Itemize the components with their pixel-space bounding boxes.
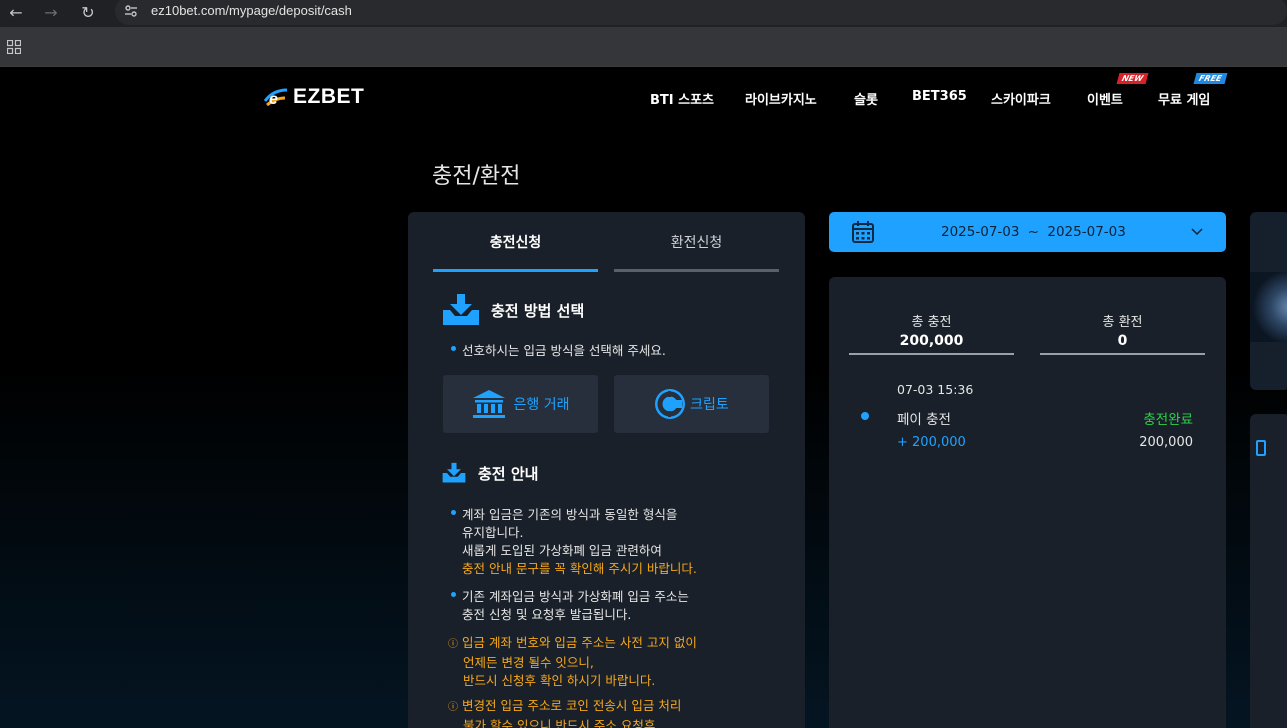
- forward-arrow-icon[interactable]: →: [40, 2, 62, 24]
- method-section-head: 충전 방법 선택: [442, 294, 584, 326]
- guide-item-2: 기존 계좌입금 방식과 가상화폐 입금 주소는 충전 신청 및 요청후 발급됩니…: [451, 588, 689, 624]
- total-withdraw-label: 총 환전: [1102, 315, 1143, 330]
- total-withdraw: 총 환전 0: [1040, 311, 1205, 355]
- total-withdraw-value: 0: [1117, 333, 1128, 349]
- start-date: 2025-07-03: [941, 224, 1020, 240]
- download-tray-icon: [442, 462, 466, 483]
- guide-warning-1: ⓘ 입금 계좌 번호와 입금 주소는 사전 고지 없이 언제든 변경 될수 잇으니…: [448, 635, 697, 688]
- page-body: e EZBET BTI 스포츠 라이브카지노 슬롯 BET365 스카이파크 이…: [0, 68, 1287, 728]
- nav-bet365[interactable]: BET365: [912, 89, 967, 104]
- logo-text: EZBET: [293, 85, 365, 108]
- free-badge: FREE: [1193, 73, 1228, 84]
- tab-withdraw-underline: [614, 269, 779, 272]
- crypto-coin-icon: [655, 389, 686, 419]
- transaction-time: 07-03 15:36: [897, 382, 974, 397]
- guide-warning-2: ⓘ 변경전 입금 주소로 코인 전송시 입금 처리 불가 할수 있으니 반드시 주…: [448, 698, 682, 728]
- crypto-label: 크립토: [690, 397, 729, 413]
- date-range-picker[interactable]: 2025-07-03 ~ 2025-07-03: [829, 212, 1226, 252]
- side-panel: [1250, 414, 1287, 728]
- side-icon: [1256, 440, 1266, 456]
- guide-item-1: 계좌 입금은 기존의 방식과 동일한 형식을 유지합니다. 새롭게 도입된 가상…: [451, 506, 697, 578]
- total-deposit: 총 충전 200,000: [849, 311, 1014, 355]
- deposit-panel: 충전신청 환전신청 충전 방법 선택 선호하시는 입금 방식을 선택해 주세요.…: [408, 212, 805, 728]
- nav-bti-sports[interactable]: BTI 스포츠: [650, 89, 714, 108]
- browser-toolbar: ← → ↻ ez10bet.com/mypage/deposit/cash: [0, 0, 1287, 27]
- logo-mark-icon: e: [263, 88, 288, 108]
- logo[interactable]: e EZBET: [263, 84, 364, 110]
- total-deposit-value: 200,000: [899, 333, 964, 349]
- side-banner[interactable]: [1250, 212, 1287, 390]
- tab-deposit-underline: [433, 269, 598, 272]
- crypto-button[interactable]: 크립토: [614, 375, 769, 433]
- bank-transfer-button[interactable]: 은행 거래: [443, 375, 598, 433]
- page-title: 충전/환전: [432, 164, 521, 189]
- total-deposit-label: 총 충전: [911, 315, 952, 330]
- nav-live-casino[interactable]: 라이브카지노: [745, 89, 817, 108]
- bank-icon: [472, 390, 505, 418]
- download-tray-icon: [443, 294, 479, 325]
- svg-text:e: e: [269, 91, 278, 108]
- apps-grid-icon[interactable]: [7, 40, 21, 54]
- chevron-down-icon: [1191, 228, 1203, 236]
- transaction-dot: [861, 412, 869, 420]
- transaction-balance: 200,000: [1139, 435, 1193, 450]
- transaction-amount: + 200,000: [897, 435, 966, 450]
- history-panel: 총 충전 200,000 총 환전 0 07-03 15:36 페이 충전 충전…: [829, 277, 1226, 728]
- guide-section-head: 충전 안내: [442, 462, 538, 484]
- warning-icon: ⓘ: [448, 639, 458, 650]
- method-hint: 선호하시는 입금 방식을 선택해 주세요.: [451, 342, 666, 360]
- bank-transfer-label: 은행 거래: [513, 397, 570, 413]
- reload-icon[interactable]: ↻: [77, 2, 99, 24]
- bookmarks-bar: [0, 27, 1287, 67]
- nav-slot[interactable]: 슬롯: [854, 89, 878, 108]
- nav-free-game[interactable]: 무료 게임: [1158, 89, 1210, 108]
- calendar-icon: [852, 221, 874, 243]
- nav-event[interactable]: 이벤트: [1087, 89, 1123, 108]
- tab-withdraw[interactable]: 환전신청: [614, 232, 779, 252]
- method-section-title: 충전 방법 선택: [491, 301, 585, 320]
- transaction-type: 페이 충전: [897, 412, 951, 428]
- site-settings-icon[interactable]: [123, 3, 139, 19]
- nav-skypark[interactable]: 스카이파크: [991, 89, 1051, 108]
- new-badge: NEW: [1116, 73, 1149, 84]
- warning-icon: ⓘ: [448, 702, 458, 713]
- tab-deposit[interactable]: 충전신청: [433, 232, 598, 252]
- transaction-status: 충전완료: [1143, 412, 1193, 428]
- back-arrow-icon[interactable]: ←: [5, 2, 27, 24]
- end-date: 2025-07-03: [1047, 224, 1126, 240]
- guide-section-title: 충전 안내: [478, 464, 539, 483]
- url-text[interactable]: ez10bet.com/mypage/deposit/cash: [151, 3, 352, 18]
- date-range-text: 2025-07-03 ~ 2025-07-03: [941, 224, 1126, 240]
